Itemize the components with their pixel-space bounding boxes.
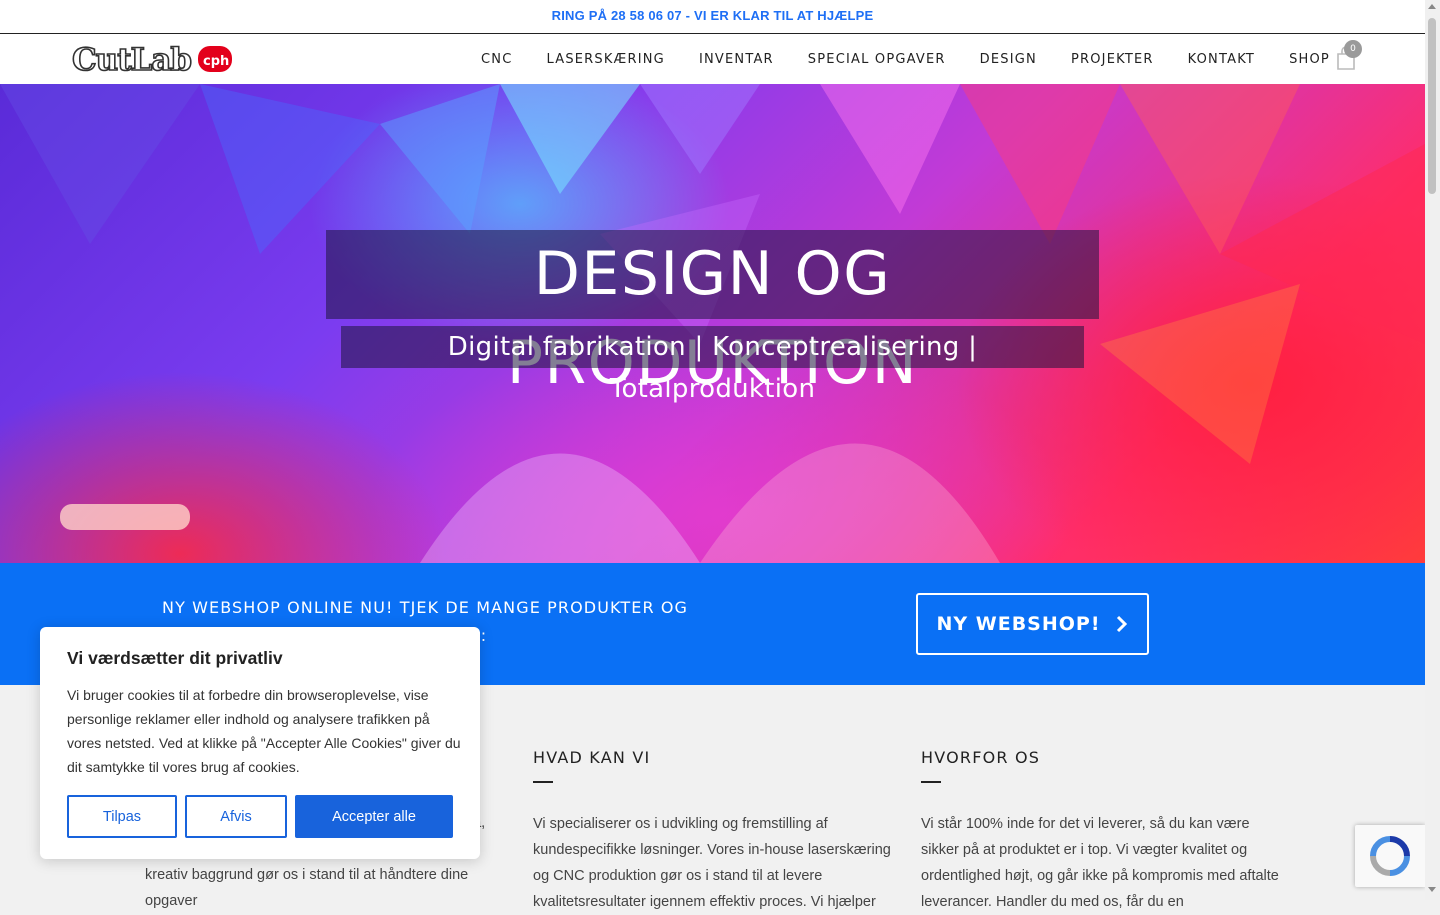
nav-item-kontakt[interactable]: KONTAKT <box>1171 52 1272 67</box>
cart-count-badge: 0 <box>1344 40 1362 58</box>
column-3-text: Vi står 100% inde for det vi leverer, så… <box>921 816 1279 910</box>
cookie-reject-button[interactable]: Afvis <box>185 795 287 838</box>
scrollbar-thumb[interactable] <box>1428 18 1436 194</box>
recaptcha-icon <box>1370 836 1410 876</box>
webshop-button-label: NY WEBSHOP! <box>936 613 1101 635</box>
content-column-hvorfor-os: HVORFOR OS Vi står 100% inde for det vi … <box>921 748 1281 915</box>
site-header: CutLab cph CNC LASERSKÆRING INVENTAR SPE… <box>0 34 1425 84</box>
logo-wordmark: CutLab <box>72 42 191 76</box>
nav-item-special-opgaver[interactable]: SPECIAL OPGAVER <box>791 52 963 67</box>
nav-item-design[interactable]: DESIGN <box>963 52 1054 67</box>
scroll-up-arrow-icon[interactable] <box>1428 4 1436 9</box>
nav-item-projekter[interactable]: PROJEKTER <box>1054 52 1171 67</box>
main-navigation: CNC LASERSKÆRING INVENTAR SPECIAL OPGAVE… <box>464 34 1347 84</box>
top-announcement-bar: RING PÅ 28 58 06 07 - VI ER KLAR TIL AT … <box>0 0 1425 34</box>
cookie-title: Vi værdsætter dit privatliv <box>67 648 283 668</box>
column-3-divider <box>921 781 941 783</box>
cookie-consent-dialog: Vi værdsætter dit privatliv Vi bruger co… <box>40 627 480 859</box>
logo-badge-text: cph <box>203 54 229 69</box>
hero-subtitle: Digital fabrikation | Konceptrealisering… <box>341 326 1084 404</box>
column-2-text: Vi specialiserer os i udvikling og frems… <box>533 816 891 910</box>
scroll-down-arrow-icon[interactable] <box>1428 887 1436 892</box>
recaptcha-badge[interactable] <box>1355 825 1425 887</box>
nav-item-cnc[interactable]: CNC <box>464 52 529 67</box>
chevron-right-icon <box>1116 615 1127 633</box>
cookie-accept-all-button[interactable]: Accepter alle <box>295 795 453 838</box>
webshop-button[interactable]: NY WEBSHOP! <box>916 593 1149 655</box>
hero-title: DESIGN OG PRODUKTION <box>326 230 1099 398</box>
content-column-hvad-kan-vi: HVAD KAN VI Vi specialiserer os i udvikl… <box>533 748 893 915</box>
cookie-customize-button[interactable]: Tilpas <box>67 795 177 838</box>
hero-banner: DESIGN OG PRODUKTION Digital fabrikation… <box>0 84 1425 563</box>
promo-text-line1: NY WEBSHOP ONLINE NU! TJEK DE MANGE PROD… <box>162 598 689 617</box>
nav-item-laserskaering[interactable]: LASERSKÆRING <box>529 52 681 67</box>
column-2-divider <box>533 781 553 783</box>
phone-announcement[interactable]: RING PÅ 28 58 06 07 - VI ER KLAR TIL AT … <box>552 0 874 32</box>
column-2-heading: HVAD KAN VI <box>533 748 651 767</box>
cookie-body: Vi bruger cookies til at forbedre din br… <box>67 687 461 775</box>
column-3-heading: HVORFOR OS <box>921 748 1041 767</box>
cutlab-logo[interactable]: CutLab cph <box>70 42 232 76</box>
nav-item-inventar[interactable]: INVENTAR <box>682 52 791 67</box>
